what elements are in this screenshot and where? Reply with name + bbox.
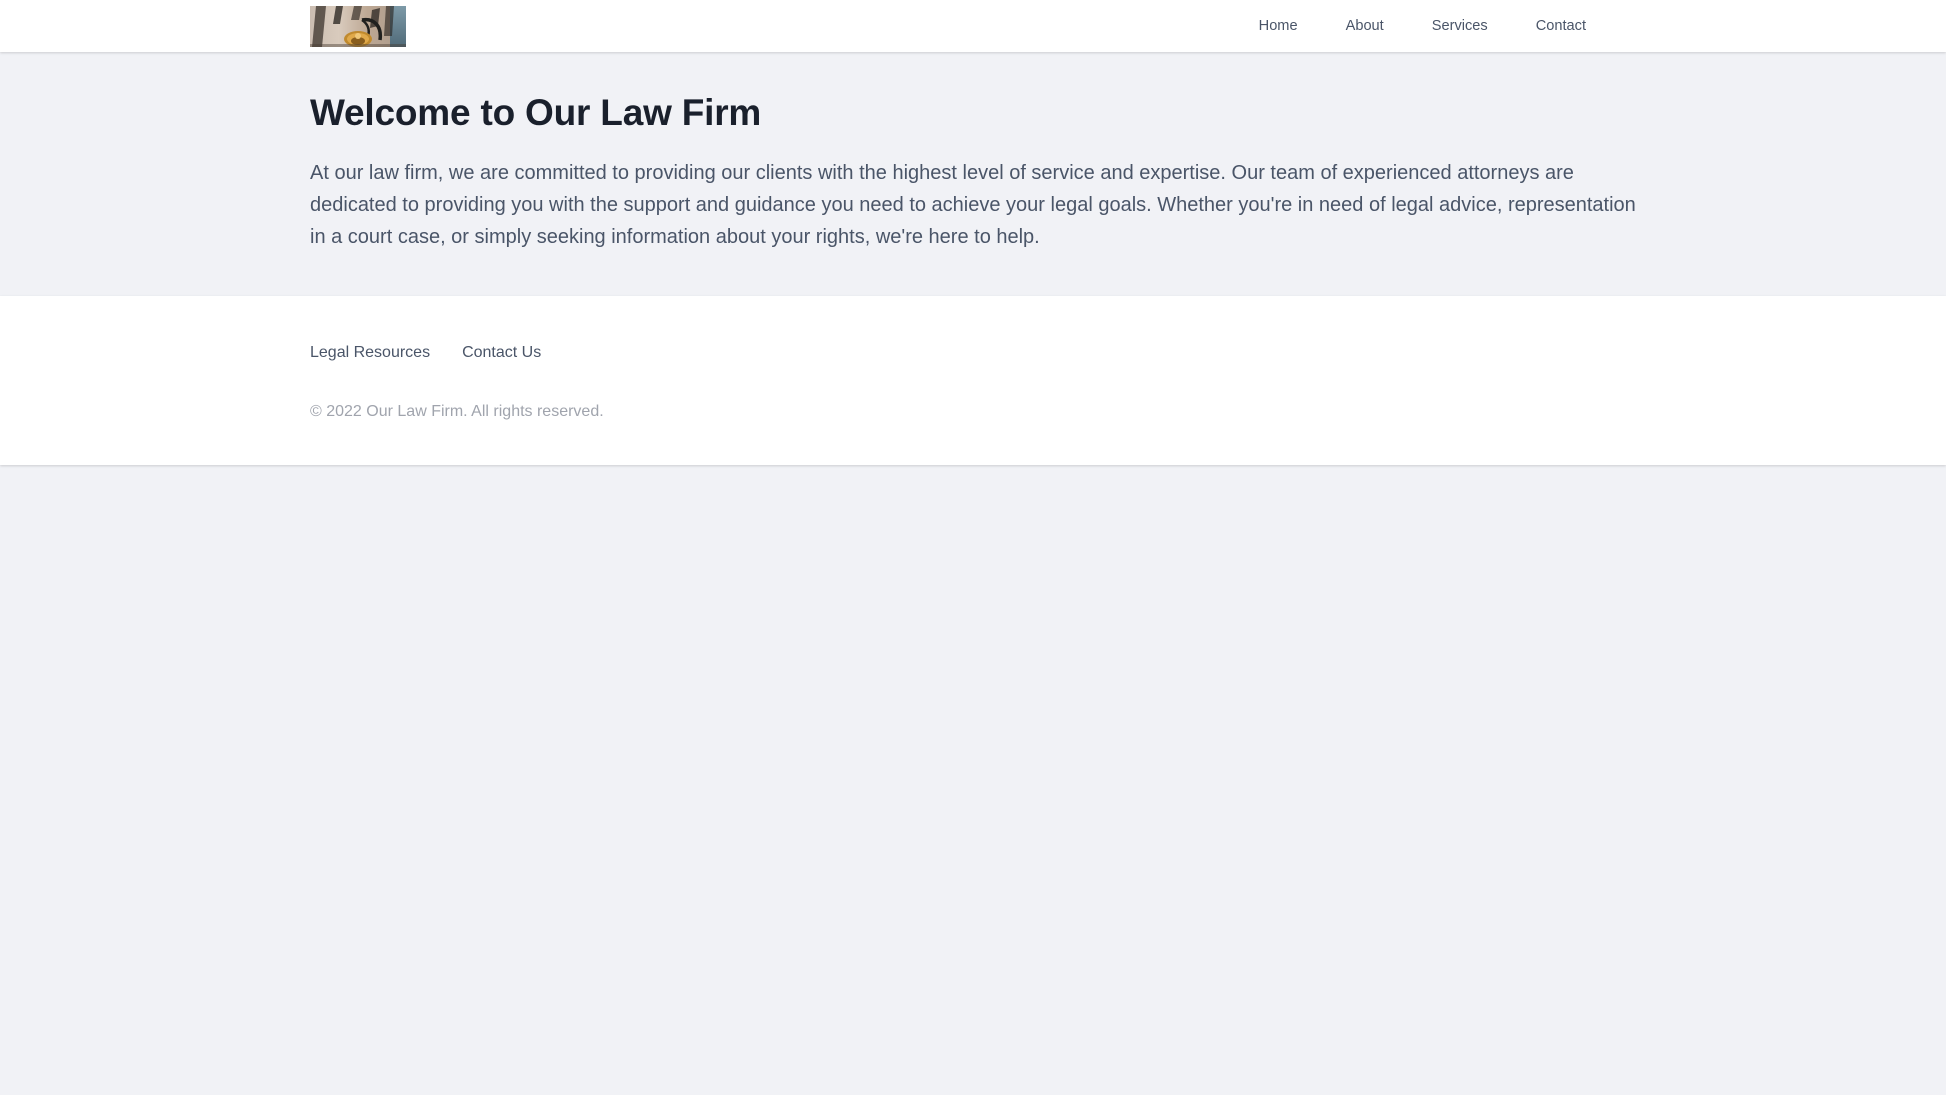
logo-image: [310, 5, 406, 47]
nav-link-home[interactable]: Home: [1259, 11, 1298, 42]
main-container: Welcome to Our Law Firm At our law firm,…: [205, 92, 1741, 254]
copyright-text: © 2022 Our Law Firm. All rights reserved…: [310, 402, 604, 420]
footer-links-list: Legal Resources Contact Us: [310, 344, 1636, 362]
footer-container: Legal Resources Contact Us © 2022 Our La…: [205, 344, 1741, 423]
main-content: Welcome to Our Law Firm At our law firm,…: [0, 52, 1946, 296]
page-title: Welcome to Our Law Firm: [310, 92, 762, 133]
header-container: Home About Services Contact: [205, 0, 1741, 52]
intro-paragraph: At our law firm, we are committed to pro…: [310, 161, 1636, 249]
footer-link-contact-us[interactable]: Contact Us: [462, 344, 541, 361]
nav-link-about[interactable]: About: [1346, 11, 1384, 42]
page-background-filler: [0, 465, 1946, 1046]
nav-link-services[interactable]: Services: [1432, 11, 1488, 42]
list-item: Legal Resources: [310, 344, 462, 362]
list-item: Contact Us: [462, 344, 573, 362]
main-navigation: Home About Services Contact: [1259, 11, 1725, 42]
nav-link-contact[interactable]: Contact: [1536, 11, 1586, 42]
site-header: Home About Services Contact: [0, 0, 1946, 52]
brand-logo-link[interactable]: [221, 5, 406, 47]
site-footer: Legal Resources Contact Us © 2022 Our La…: [0, 295, 1946, 466]
footer-link-legal-resources[interactable]: Legal Resources: [310, 344, 430, 361]
